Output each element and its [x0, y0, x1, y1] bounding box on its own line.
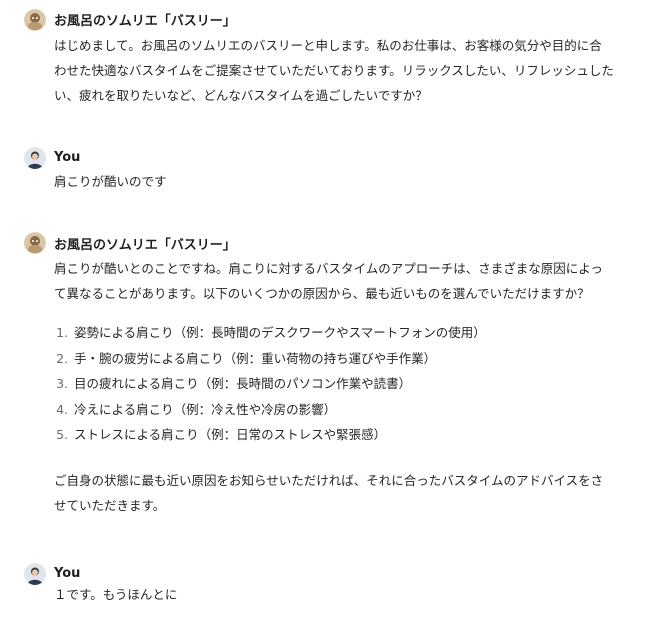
message-paragraph: はじめまして。お風呂のソムリエのバスリーと申します。私のお仕事は、お客様の気分や… [54, 38, 614, 103]
message-author: You [54, 566, 81, 581]
message-paragraph: １です。もうほんとに [54, 587, 178, 602]
message-paragraph: 肩こりが酷いのです [54, 174, 167, 189]
list-item: 1. 姿勢による肩こり（例：長時間のデスクワークやスマートフォンの使用） [54, 320, 614, 346]
list-item: 4. 冷えによる肩こり（例：冷え性や冷房の影響） [54, 397, 614, 423]
list-item-text: 冷えによる肩こり（例：冷え性や冷房の影響） [74, 401, 337, 417]
user-avatar-icon [24, 147, 46, 169]
user-avatar-icon [24, 563, 46, 585]
message-author: You [54, 150, 81, 165]
bathtub-sommelier-avatar-icon [24, 9, 46, 31]
list-item: 5. ストレスによる肩こり（例：日常のストレスや緊張感） [54, 422, 614, 448]
message-author: お風呂のソムリエ「バスリー」 [54, 14, 236, 29]
message-outro: ご自身の状態に最も近い原因をお知らせいただければ、それに合ったバスタイムのアドバ… [54, 473, 604, 513]
list-item-text: 手・腕の疲労による肩こり（例：重い荷物の持ち運びや手作業） [74, 350, 437, 366]
cause-list: 1. 姿勢による肩こり（例：長時間のデスクワークやスマートフォンの使用） 2. 手・… [54, 320, 614, 448]
list-item: 3. 目の疲れによる肩こり（例：長時間のパソコン作業や読書） [54, 371, 614, 397]
list-number: 5. [56, 427, 68, 442]
list-item: 2. 手・腕の疲労による肩こり（例：重い荷物の持ち運びや手作業） [54, 346, 614, 372]
list-item-text: 目の疲れによる肩こり（例：長時間のパソコン作業や読書） [74, 376, 412, 391]
cause-list-block: 1. 姿勢による肩こり（例：長時間のデスクワークやスマートフォンの使用） 2. 手・… [54, 320, 614, 448]
message-text: 肩こりが酷いとのことですね。肩こりに対するバスタイムのアプローチは、さまざまな原… [54, 256, 614, 306]
message-author: お風呂のソムリエ「バスリー」 [54, 238, 236, 253]
bathtub-sommelier-avatar-icon [24, 232, 46, 254]
list-item-text: 姿勢による肩こり（例：長時間のデスクワークやスマートフォンの使用） [74, 325, 486, 340]
message-text: 肩こりが酷いのです [54, 169, 614, 194]
list-item-text: ストレスによる肩こり（例：日常のストレスや緊張感） [74, 427, 387, 442]
message-intro: 肩こりが酷いとのことですね。肩こりに対するバスタイムのアプローチは、さまざまな原… [54, 261, 603, 301]
list-number: 2. [56, 350, 68, 366]
message-text: １です。もうほんとに [54, 582, 614, 607]
list-number: 1. [56, 325, 68, 340]
list-number: 3. [56, 376, 68, 391]
message-text: はじめまして。お風呂のソムリエのバスリーと申します。私のお仕事は、お客様の気分や… [54, 33, 614, 108]
message-text: ご自身の状態に最も近い原因をお知らせいただければ、それに合ったバスタイムのアドバ… [54, 468, 614, 518]
list-number: 4. [56, 401, 68, 417]
